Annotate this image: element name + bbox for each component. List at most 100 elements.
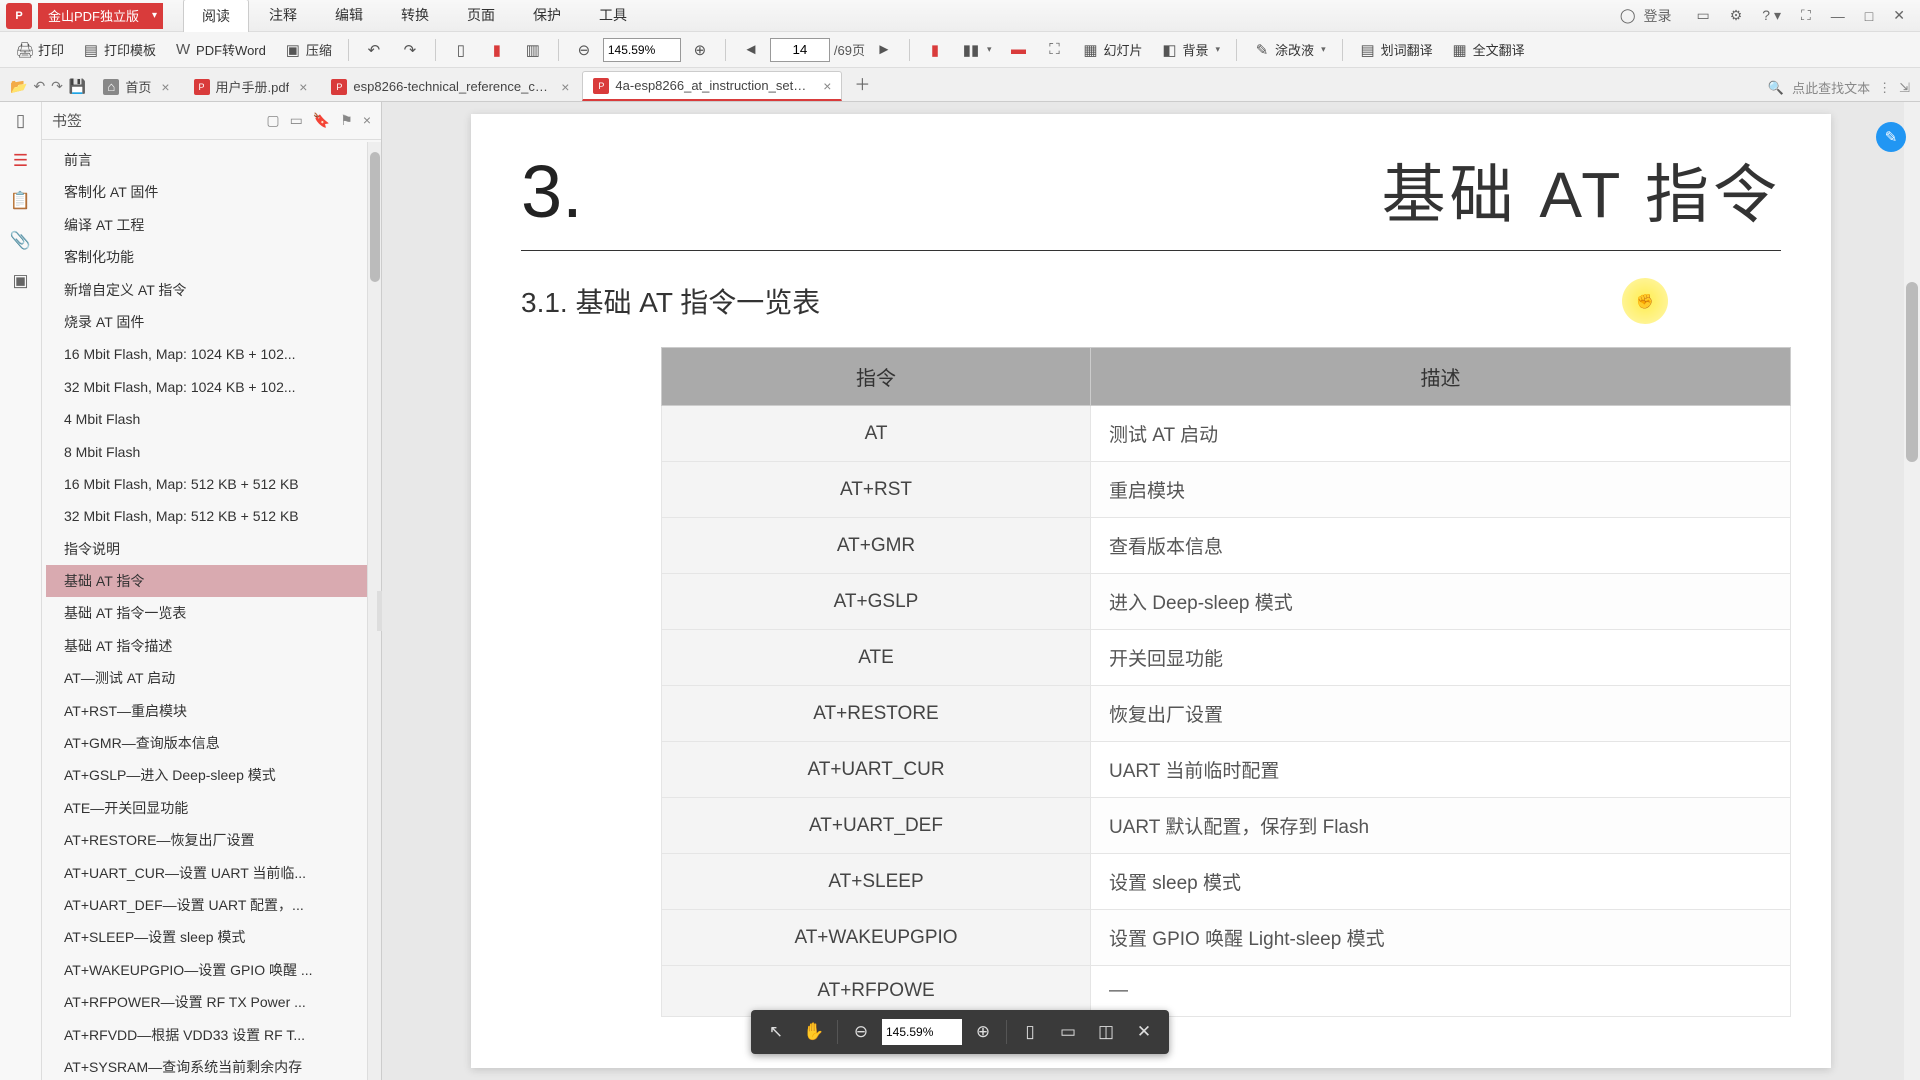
layout1-button[interactable]: ▯ [444, 37, 478, 63]
bookmark-item[interactable]: 编译 AT 工程 [46, 209, 381, 241]
dict-button[interactable]: ▤划词翻译 [1351, 36, 1441, 63]
print-button[interactable]: 🖨打印 [8, 36, 72, 63]
open-icon[interactable]: 📂 [10, 78, 27, 95]
rotate-right-button[interactable]: ↷ [393, 37, 427, 63]
flag-icon[interactable]: ⚑ [340, 112, 353, 129]
layout2-button[interactable]: ▮ [480, 37, 514, 63]
bookmark-item[interactable]: AT+RFVDD—根据 VDD33 设置 RF T... [46, 1019, 381, 1051]
search-hint[interactable]: 点此查找文本 [1792, 78, 1870, 97]
doc-scroll-thumb[interactable] [1906, 282, 1918, 462]
view1-button[interactable]: ▮ [918, 37, 952, 63]
view2-button[interactable]: ▮▮ [954, 37, 1000, 63]
rotate-left-button[interactable]: ↶ [357, 37, 391, 63]
document-area[interactable]: 3. 基础 AT 指令 3.1. 基础 AT 指令一览表 指令描述 AT测试 A… [382, 102, 1920, 1080]
bookmark-item[interactable]: 16 Mbit Flash, Map: 512 KB + 512 KB [46, 468, 381, 500]
layout3-button[interactable]: ▥ [516, 37, 550, 63]
zoom-in-button[interactable]: ⊕ [966, 1016, 1000, 1048]
zoom-out-button[interactable]: ⊖ [567, 37, 601, 63]
menu-阅读[interactable]: 阅读 [183, 0, 249, 32]
bookmark-item[interactable]: 新增自定义 AT 指令 [46, 274, 381, 306]
close-icon[interactable]: × [161, 79, 169, 95]
close-icon[interactable]: ✕ [1888, 4, 1910, 27]
app-title[interactable]: 金山PDF独立版 [38, 3, 163, 29]
fit-width-button[interactable]: ▭ [1051, 1016, 1085, 1048]
bookmark-item[interactable]: 32 Mbit Flash, Map: 1024 KB + 102... [46, 371, 381, 403]
close-bar-button[interactable]: ✕ [1127, 1016, 1161, 1048]
float-tool-button[interactable]: ✎ [1876, 122, 1906, 152]
view3-button[interactable]: ▬ [1001, 37, 1035, 63]
zoom-out-button[interactable]: ⊖ [844, 1016, 878, 1048]
bookmark-item[interactable]: 16 Mbit Flash, Map: 1024 KB + 102... [46, 338, 381, 370]
fit-button[interactable]: ⛶ [1037, 37, 1071, 63]
bookmarks-list[interactable]: 前言客制化 AT 固件编译 AT 工程客制化功能新增自定义 AT 指令烧录 AT… [42, 140, 381, 1080]
bookmark-icon[interactable]: 🔖 [313, 112, 330, 129]
bookmark-item[interactable]: 客制化功能 [46, 241, 381, 273]
bookmark-item[interactable]: AT+UART_CUR—设置 UART 当前临... [46, 857, 381, 889]
bookmark-item[interactable]: AT+GSLP—进入 Deep-sleep 模式 [46, 759, 381, 791]
bookmark-item[interactable]: 8 Mbit Flash [46, 436, 381, 468]
bookmarks-icon[interactable]: ☰ [10, 150, 32, 172]
close-icon[interactable]: × [823, 78, 831, 94]
next-page-button[interactable]: ► [867, 37, 901, 63]
close-icon[interactable]: × [561, 79, 569, 95]
bookmark-item[interactable]: AT+SYSRAM—查询系统当前剩余内存 [46, 1051, 381, 1080]
page-input[interactable] [770, 38, 830, 62]
undo-icon[interactable]: ↶ [33, 78, 45, 95]
bookmark-item[interactable]: AT+WAKEUPGPIO—设置 GPIO 唤醒 ... [46, 954, 381, 986]
msg-icon[interactable]: ▭ [1691, 4, 1714, 27]
panel-close-icon[interactable]: × [363, 112, 371, 129]
bookmark-item[interactable]: 4 Mbit Flash [46, 403, 381, 435]
scroll-thumb[interactable] [370, 152, 380, 282]
bookmark-item[interactable]: 客制化 AT 固件 [46, 176, 381, 208]
fit-page-button[interactable]: ▯ [1013, 1016, 1047, 1048]
tab-document[interactable]: Pesp8266-technical_reference_cn.pdf× [320, 71, 580, 101]
close-icon[interactable]: × [299, 79, 307, 95]
menu-编辑[interactable]: 编辑 [317, 0, 381, 32]
thumbnails-icon[interactable]: ▯ [10, 110, 32, 132]
menu-转换[interactable]: 转换 [383, 0, 447, 32]
bookmark-item[interactable]: AT+RFPOWER—设置 RF TX Power ... [46, 986, 381, 1018]
annotate-button[interactable]: ✎涂改液 [1245, 36, 1334, 63]
menu-保护[interactable]: 保护 [515, 0, 579, 32]
expand-icon[interactable]: ▢ [266, 112, 279, 129]
bookmark-item[interactable]: AT+SLEEP—设置 sleep 模式 [46, 921, 381, 953]
tab-home[interactable]: 首页 × [92, 71, 180, 101]
bookmark-item[interactable]: 指令说明 [46, 533, 381, 565]
translate-button[interactable]: ▦全文翻译 [1443, 36, 1533, 63]
minimize-icon[interactable]: — [1826, 5, 1850, 27]
zoom-input[interactable] [882, 1019, 962, 1045]
fullscreen-icon[interactable]: ⛶ [1796, 4, 1816, 27]
save-icon[interactable]: 💾 [69, 78, 86, 95]
search-icon[interactable]: 🔍 [1768, 80, 1784, 96]
menu-注释[interactable]: 注释 [251, 0, 315, 32]
compress-button[interactable]: ▣压缩 [276, 36, 340, 63]
bookmark-item[interactable]: ATE—开关回显功能 [46, 792, 381, 824]
menu-页面[interactable]: 页面 [449, 0, 513, 32]
bookmark-item[interactable]: AT+GMR—查询版本信息 [46, 727, 381, 759]
zoom-in-button[interactable]: ⊕ [683, 37, 717, 63]
help-icon[interactable]: ? ▾ [1757, 4, 1786, 27]
gear-icon[interactable]: ⚙ [1725, 4, 1748, 27]
tab-document[interactable]: P用户手册.pdf× [183, 71, 319, 101]
background-button[interactable]: ◧背景 [1153, 36, 1229, 63]
collapse-icon[interactable]: ▭ [290, 112, 303, 129]
prev-page-button[interactable]: ◄ [734, 37, 768, 63]
doc-scrollbar[interactable] [1904, 102, 1920, 1080]
bookmark-item[interactable]: 基础 AT 指令描述 [46, 630, 381, 662]
maximize-icon[interactable]: □ [1860, 5, 1878, 27]
bookmark-item[interactable]: AT+RST—重启模块 [46, 695, 381, 727]
bookmark-item[interactable]: AT—测试 AT 启动 [46, 662, 381, 694]
bookmark-item[interactable]: 烧录 AT 固件 [46, 306, 381, 338]
menu-工具[interactable]: 工具 [581, 0, 645, 32]
bookmark-item[interactable]: 32 Mbit Flash, Map: 512 KB + 512 KB [46, 500, 381, 532]
more-icon[interactable]: ⋮ [1878, 80, 1891, 96]
login-button[interactable]: ◯ 登录 [1615, 0, 1682, 32]
pin-icon[interactable]: ⇲ [1899, 80, 1910, 96]
new-tab-button[interactable]: ＋ [844, 65, 880, 101]
bookmark-item[interactable]: 前言 [46, 144, 381, 176]
bookmark-item[interactable]: 基础 AT 指令一览表 [46, 597, 381, 629]
bookmark-item[interactable]: AT+UART_DEF—设置 UART 配置，... [46, 889, 381, 921]
pointer-button[interactable]: ↖ [759, 1016, 793, 1048]
slideshow-button[interactable]: ▦幻灯片 [1073, 36, 1150, 63]
print-template-button[interactable]: ▤打印模板 [74, 36, 164, 63]
